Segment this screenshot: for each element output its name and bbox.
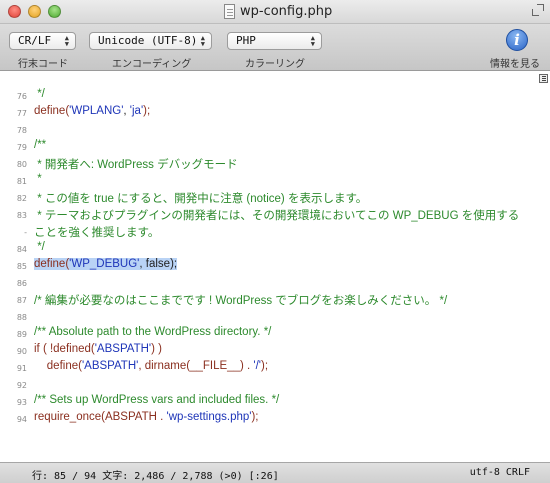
encoding-select[interactable]: Unicode (UTF-8) ▲ ▼ [89, 32, 212, 50]
minimize-window-button[interactable] [28, 5, 41, 18]
code-line: 82 * この値を true にすると、開発中に注意 (notice) を表示し… [0, 189, 540, 206]
syntax-coloring-label: カラーリング [245, 59, 305, 70]
line-number: 78 [16, 126, 27, 135]
code-line: - ことを強く推奨します。 [0, 223, 540, 240]
chevron-updown-icon: ▲ ▼ [64, 34, 69, 48]
code-line: 78 [0, 121, 540, 138]
code-text: if ( !defined('ABSPATH') ) [34, 343, 162, 355]
line-number: 94 [16, 415, 27, 424]
code-line: 84 */ [0, 240, 540, 257]
code-line: 86 [0, 274, 540, 291]
split-view-icon[interactable] [539, 74, 548, 83]
code-line: 88 [0, 308, 540, 325]
selected-code-text[interactable]: define('WP_DEBUG', false); [34, 258, 178, 270]
toolbar: CR/LF ▲ ▼ 行末コード Unicode (UTF-8) ▲ ▼ エンコーディ… [0, 24, 550, 71]
code-line: 79 /** [0, 138, 540, 155]
code-line: 80 * 開発者へ: WordPress デバッグモード [0, 155, 540, 172]
code-text: * [34, 173, 42, 185]
line-number: 83 [16, 211, 27, 220]
line-number: 77 [16, 109, 27, 118]
code-line-selected: 85 define('WP_DEBUG', false); [0, 257, 540, 274]
line-number: 82 [16, 194, 27, 203]
code-text: define('ABSPATH', dirname(__FILE__) . '/… [34, 360, 269, 372]
code-line: 77 define('WPLANG', 'ja'); [0, 104, 540, 121]
window-title: wp-config.php [240, 4, 333, 19]
code-line: 81 * [0, 172, 540, 189]
code-text: */ [34, 88, 45, 100]
code-text: * この値を true にすると、開発中に注意 (notice) を表示します。 [34, 193, 368, 205]
chevron-updown-icon: ▲ ▼ [310, 34, 315, 48]
code-text: * 開発者へ: WordPress デバッグモード [34, 159, 238, 171]
close-window-button[interactable] [8, 5, 21, 18]
code-text: ことを強く推奨します。 [34, 227, 160, 239]
line-number: - [24, 228, 27, 237]
code-line: 94 require_once(ABSPATH . 'wp-settings.p… [0, 410, 540, 427]
document-icon [224, 4, 235, 19]
line-ending-label: 行末コード [18, 59, 68, 70]
code-line: 89 /** Absolute path to the WordPress di… [0, 325, 540, 342]
syntax-coloring-value: PHP [236, 34, 256, 47]
code-text: /* 編集が必要なのはここまでです ! WordPress でブログをお楽しみく… [34, 295, 448, 307]
encoding-label: エンコーディング [112, 59, 192, 70]
cursor-position: 行: 85 / 94 文字: 2,486 / 2,788 (>0) [:26] [32, 471, 279, 482]
info-icon[interactable]: i [506, 29, 528, 51]
code-editor[interactable]: 76 */ 77 define('WPLANG', 'ja'); 78 79 /… [0, 72, 550, 462]
line-ending-select[interactable]: CR/LF ▲ ▼ [9, 32, 76, 50]
title-bar: wp-config.php [0, 0, 550, 24]
status-bar: 行: 85 / 94 文字: 2,486 / 2,788 (>0) [:26] … [0, 462, 550, 483]
code-text: */ [34, 241, 45, 253]
line-ending-value: CR/LF [18, 34, 52, 47]
line-number: 89 [16, 330, 27, 339]
line-number: 91 [16, 364, 27, 373]
line-number: 88 [16, 313, 27, 322]
code-line: 76 */ [0, 87, 540, 104]
chevron-updown-icon: ▲ ▼ [200, 34, 205, 48]
code-line: 83 * テーマおよびプラグインの開発者には、その開発環境においてこの WP_D… [0, 206, 540, 223]
syntax-coloring-select[interactable]: PHP ▲ ▼ [227, 32, 322, 50]
fullscreen-icon[interactable] [532, 4, 544, 16]
line-number: 90 [16, 347, 27, 356]
encoding-value: Unicode (UTF-8) [98, 34, 198, 47]
code-text: /** Sets up WordPress vars and included … [34, 394, 280, 406]
code-text: /** [34, 139, 47, 151]
line-number: 76 [16, 92, 27, 101]
line-number: 85 [16, 262, 27, 271]
line-number: 79 [16, 143, 27, 152]
line-number: 87 [16, 296, 27, 305]
line-number: 93 [16, 398, 27, 407]
code-text: * テーマおよびプラグインの開発者には、その開発環境においてこの WP_DEBU… [34, 210, 520, 222]
line-number: 84 [16, 245, 27, 254]
code-text: /** Absolute path to the WordPress direc… [34, 326, 272, 338]
code-line: 93 /** Sets up WordPress vars and includ… [0, 393, 540, 410]
info-label[interactable]: 情報を見る [490, 55, 540, 70]
code-line: 92 [0, 376, 540, 393]
code-line: 90 if ( !defined('ABSPATH') ) [0, 342, 540, 359]
line-number: 80 [16, 160, 27, 169]
code-line: 87 /* 編集が必要なのはここまでです ! WordPress でブログをお楽… [0, 291, 540, 308]
zoom-window-button[interactable] [48, 5, 61, 18]
file-encoding-status: utf-8 CRLF [469, 467, 530, 478]
line-number: 92 [16, 381, 27, 390]
code-text: define('WPLANG', 'ja'); [34, 105, 151, 117]
line-number: 86 [16, 279, 27, 288]
code-line: 91 define('ABSPATH', dirname(__FILE__) .… [0, 359, 540, 376]
line-number: 81 [16, 177, 27, 186]
code-text: require_once(ABSPATH . 'wp-settings.php'… [34, 411, 259, 423]
